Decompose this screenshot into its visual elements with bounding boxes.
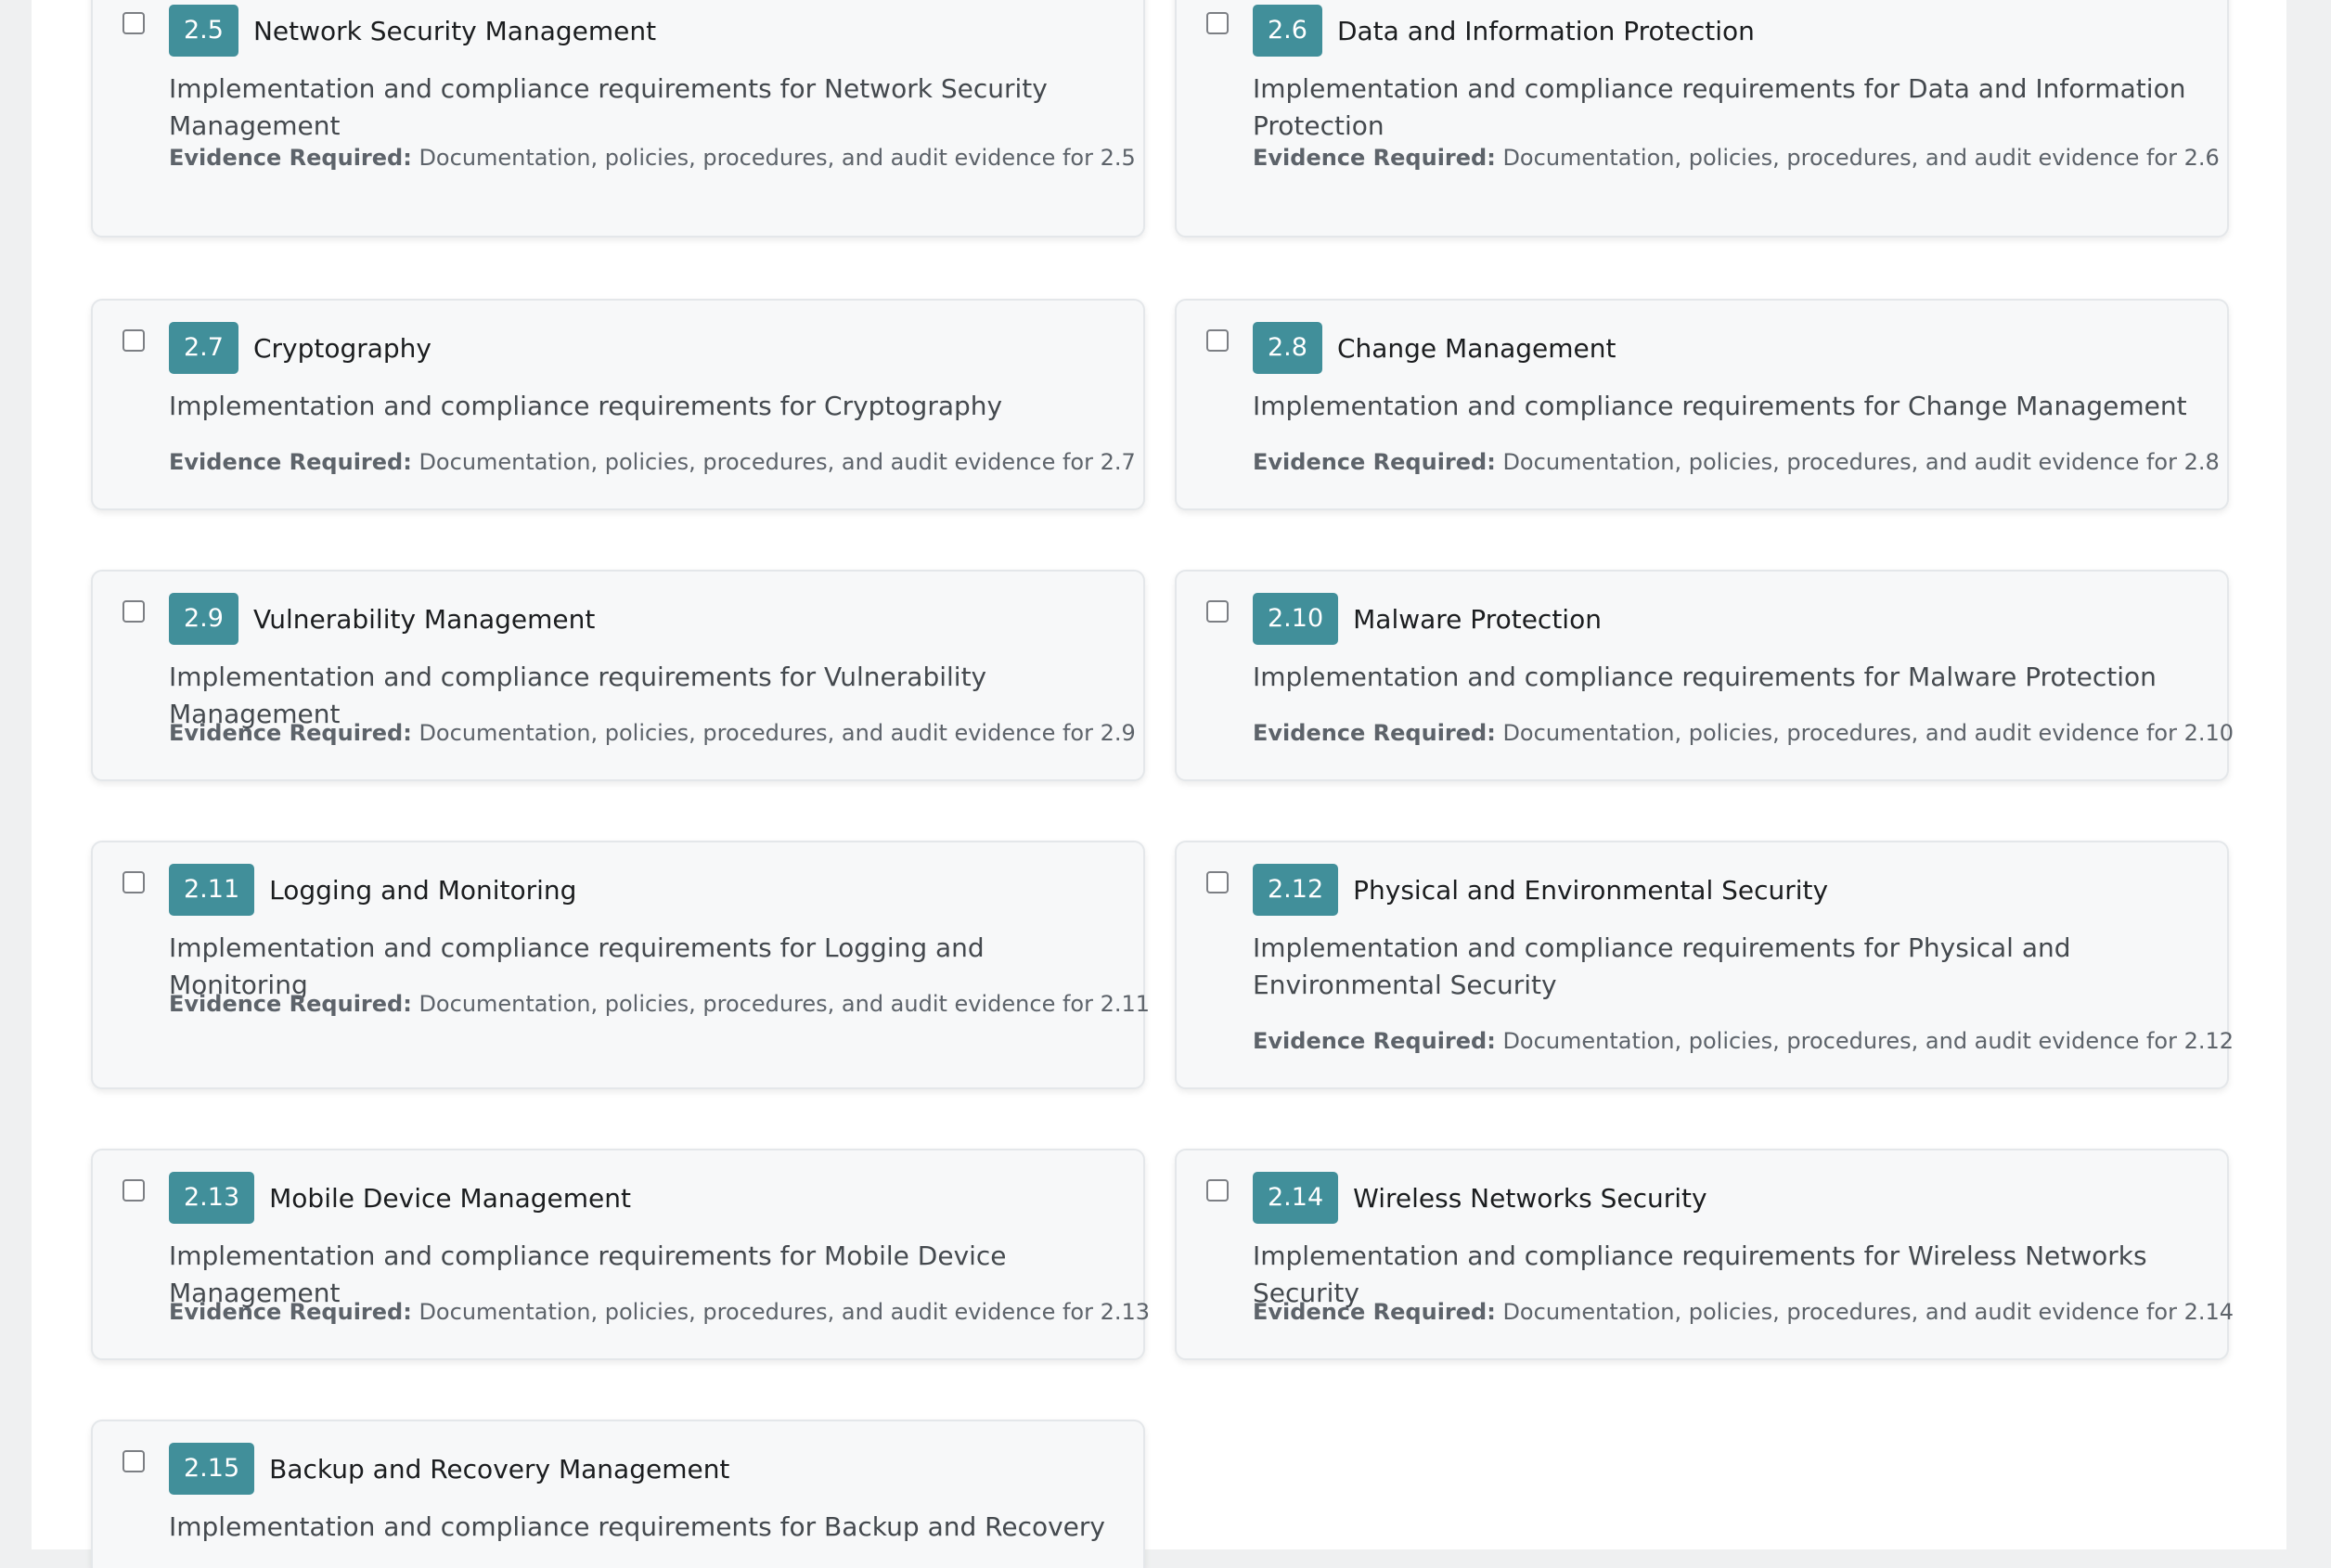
requirement-id-badge: 2.5 — [169, 5, 238, 57]
evidence-text: Documentation, policies, procedures, and… — [419, 720, 1136, 746]
requirement-card-2-9: 2.9 Vulnerability Management Implementat… — [91, 570, 1145, 781]
requirement-description: Implementation and compliance requiremen… — [169, 391, 1003, 421]
evidence-required: Evidence Required: Documentation, polici… — [169, 447, 1136, 477]
requirement-checkbox[interactable] — [122, 1450, 145, 1472]
evidence-required: Evidence Required: Documentation, polici… — [1253, 143, 2220, 173]
evidence-required: Evidence Required: Documentation, polici… — [1253, 1026, 2234, 1056]
requirement-description: Implementation and compliance requiremen… — [169, 73, 1048, 141]
requirement-card-2-8: 2.8 Change Management Implementation and… — [1175, 299, 2229, 510]
evidence-text: Documentation, policies, procedures, and… — [1502, 145, 2220, 171]
evidence-text: Documentation, policies, procedures, and… — [1502, 449, 2220, 475]
requirement-id-badge: 2.13 — [169, 1172, 255, 1224]
requirement-description: Implementation and compliance requiremen… — [1253, 73, 2186, 141]
requirement-description: Implementation and compliance requiremen… — [1253, 391, 2187, 421]
requirement-checkbox[interactable] — [122, 600, 145, 623]
evidence-text: Documentation, policies, procedures, and… — [419, 449, 1136, 475]
evidence-text: Documentation, policies, procedures, and… — [1502, 720, 2234, 746]
evidence-label: Evidence Required: — [169, 991, 412, 1017]
requirement-id-badge: 2.14 — [1253, 1172, 1339, 1224]
evidence-label: Evidence Required: — [1253, 1299, 1496, 1325]
requirement-title: Network Security Management — [252, 15, 657, 46]
evidence-text: Documentation, policies, procedures, and… — [419, 991, 1151, 1017]
requirement-id-badge: 2.8 — [1253, 322, 1322, 374]
evidence-required: Evidence Required: Documentation, polici… — [169, 718, 1136, 748]
evidence-text: Documentation, policies, procedures, and… — [1502, 1028, 2234, 1054]
evidence-required: Evidence Required: Documentation, polici… — [1253, 718, 2234, 748]
evidence-label: Evidence Required: — [169, 449, 412, 475]
requirement-card-2-12: 2.12 Physical and Environmental Security… — [1175, 841, 2234, 1089]
requirement-card-2-13: 2.13 Mobile Device Management Implementa… — [91, 1149, 1150, 1360]
requirement-id-badge: 2.7 — [169, 322, 238, 374]
evidence-required: Evidence Required: Documentation, polici… — [169, 143, 1136, 173]
evidence-required: Evidence Required: Documentation, polici… — [1253, 447, 2220, 477]
evidence-label: Evidence Required: — [169, 145, 412, 171]
requirement-description: Implementation and compliance requiremen… — [1253, 662, 2157, 692]
requirement-checkbox[interactable] — [1206, 1179, 1229, 1202]
requirement-id-badge: 2.15 — [169, 1443, 255, 1495]
requirement-title: Physical and Environmental Security — [1353, 874, 1829, 906]
requirement-id-badge: 2.6 — [1253, 5, 1322, 57]
requirement-title: Cryptography — [252, 332, 432, 364]
requirement-card-2-6: 2.6 Data and Information Protection Impl… — [1175, 0, 2229, 238]
evidence-label: Evidence Required: — [169, 1299, 412, 1325]
requirement-title: Logging and Monitoring — [269, 874, 577, 906]
requirement-checkbox[interactable] — [122, 1179, 145, 1202]
requirement-title: Mobile Device Management — [269, 1182, 631, 1214]
evidence-required: Evidence Required: Documentation, polici… — [169, 989, 1150, 1019]
requirement-checkbox[interactable] — [122, 12, 145, 34]
requirement-card-2-14: 2.14 Wireless Networks Security Implemen… — [1175, 1149, 2234, 1360]
requirement-checkbox[interactable] — [1206, 12, 1229, 34]
requirement-title: Vulnerability Management — [252, 603, 596, 635]
evidence-text: Documentation, policies, procedures, and… — [419, 1299, 1151, 1325]
evidence-required: Evidence Required: Documentation, polici… — [1253, 1297, 2234, 1327]
requirement-checkbox[interactable] — [122, 871, 145, 893]
evidence-text: Documentation, policies, procedures, and… — [419, 145, 1136, 171]
requirement-checkbox[interactable] — [1206, 871, 1229, 893]
requirement-checkbox[interactable] — [122, 329, 145, 352]
requirement-card-2-7: 2.7 Cryptography Implementation and comp… — [91, 299, 1145, 510]
requirement-id-badge: 2.11 — [169, 864, 255, 916]
requirement-id-badge: 2.10 — [1253, 593, 1339, 645]
requirement-title: Wireless Networks Security — [1353, 1182, 1707, 1214]
evidence-label: Evidence Required: — [1253, 145, 1496, 171]
evidence-label: Evidence Required: — [1253, 1028, 1496, 1054]
requirement-card-2-5: 2.5 Network Security Management Implemen… — [91, 0, 1145, 238]
requirement-title: Change Management — [1336, 332, 1616, 364]
requirement-description: Implementation and compliance requiremen… — [169, 1511, 1105, 1542]
requirement-card-2-10: 2.10 Malware Protection Implementation a… — [1175, 570, 2234, 781]
requirement-card-2-11: 2.11 Logging and Monitoring Implementati… — [91, 841, 1150, 1089]
requirement-title: Data and Information Protection — [1336, 15, 1755, 46]
requirement-id-badge: 2.12 — [1253, 864, 1339, 916]
requirements-panel: 2.5 Network Security Management Implemen… — [32, 0, 2286, 1568]
requirement-description: Implementation and compliance requiremen… — [1253, 932, 2071, 1000]
evidence-label: Evidence Required: — [169, 720, 412, 746]
requirement-title: Malware Protection — [1353, 603, 1602, 635]
requirement-title: Backup and Recovery Management — [269, 1453, 730, 1484]
requirement-id-badge: 2.9 — [169, 593, 238, 645]
requirement-card-2-15: 2.15 Backup and Recovery Management Impl… — [91, 1420, 1145, 1568]
evidence-label: Evidence Required: — [1253, 720, 1496, 746]
requirement-checkbox[interactable] — [1206, 600, 1229, 623]
requirement-checkbox[interactable] — [1206, 329, 1229, 352]
evidence-text: Documentation, policies, procedures, and… — [1502, 1299, 2234, 1325]
evidence-label: Evidence Required: — [1253, 449, 1496, 475]
evidence-required: Evidence Required: Documentation, polici… — [169, 1297, 1150, 1327]
